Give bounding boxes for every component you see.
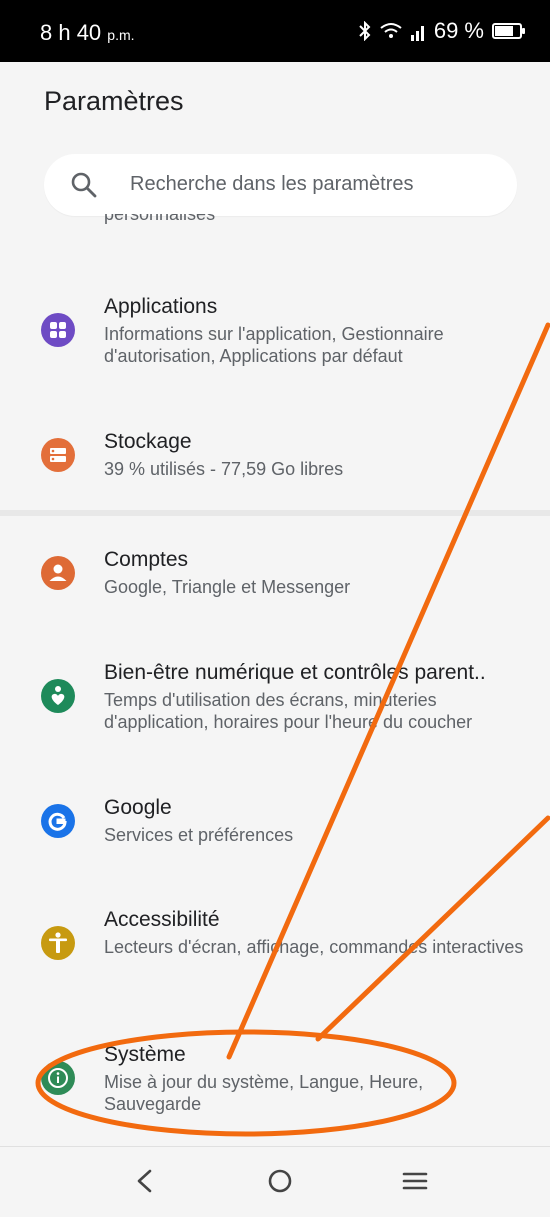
item-subtitle: Lecteurs d'écran, affichage, commandes i… bbox=[104, 937, 524, 957]
item-title: Accessibilité bbox=[104, 908, 220, 931]
item-title: Google bbox=[104, 796, 172, 819]
search-icon bbox=[71, 172, 97, 198]
google-icon bbox=[41, 804, 75, 838]
partial-item-label: personnalisés bbox=[104, 214, 216, 224]
status-time: 8 h 40 p.m. bbox=[40, 20, 135, 46]
item-subtitle: Mise à jour du système, Langue, Heure, S… bbox=[104, 1072, 424, 1114]
item-title: Stockage bbox=[104, 430, 192, 453]
bluetooth-icon bbox=[359, 21, 371, 41]
settings-item-google[interactable]: Google Services et préférences bbox=[0, 796, 550, 856]
home-icon[interactable] bbox=[264, 1161, 296, 1201]
item-title: Système bbox=[104, 1043, 186, 1066]
item-title: Comptes bbox=[104, 548, 189, 571]
page-title: Paramètres bbox=[44, 86, 184, 116]
item-subtitle: Services et préférences bbox=[104, 825, 294, 845]
item-subtitle: Google, Triangle et Messenger bbox=[104, 577, 351, 597]
item-subtitle: Informations sur l'application, Gestionn… bbox=[104, 324, 444, 366]
status-time-value: 8 h 40 bbox=[40, 20, 102, 45]
settings-item-accessibility[interactable]: Accessibilité Lecteurs d'écran, affichag… bbox=[0, 908, 550, 988]
apps-icon bbox=[41, 313, 75, 347]
signal-icon bbox=[410, 26, 424, 41]
settings-item-system[interactable]: Système Mise à jour du système, Langue, … bbox=[0, 1043, 550, 1123]
settings-item-accounts[interactable]: Comptes Google, Triangle et Messenger bbox=[0, 548, 550, 608]
info-icon bbox=[41, 1061, 75, 1095]
navigation-bar bbox=[0, 1146, 550, 1217]
status-icons: 69 % bbox=[358, 18, 525, 44]
settings-item-applications[interactable]: Applications Informations sur l'applicat… bbox=[0, 295, 550, 375]
back-icon[interactable] bbox=[130, 1161, 158, 1201]
settings-item-storage[interactable]: Stockage 39 % utilisés - 77,59 Go libres bbox=[0, 430, 550, 490]
battery-icon bbox=[492, 23, 525, 39]
item-subtitle: 39 % utilisés - 77,59 Go libres bbox=[104, 459, 344, 479]
battery-percent: 69 % bbox=[433, 18, 484, 43]
search-bar[interactable]: Recherche dans les paramètres bbox=[44, 154, 517, 216]
battery-fill bbox=[495, 26, 513, 36]
item-subtitle: Temps d'utilisation des écrans, minuteri… bbox=[104, 690, 473, 732]
search-placeholder: Recherche dans les paramètres bbox=[130, 173, 414, 195]
accessibility-icon bbox=[41, 926, 75, 960]
wellbeing-icon bbox=[41, 679, 75, 713]
settings-item-digital-wellbeing[interactable]: Bien-être numérique et contrôles parent.… bbox=[0, 661, 550, 741]
account-icon bbox=[41, 556, 75, 590]
status-bar: 8 h 40 p.m. 69 % bbox=[0, 0, 550, 62]
storage-icon bbox=[41, 438, 75, 472]
menu-icon[interactable] bbox=[400, 1161, 432, 1201]
section-divider bbox=[0, 510, 550, 516]
item-title: Applications bbox=[104, 295, 218, 318]
status-time-suffix: p.m. bbox=[107, 27, 135, 43]
wifi-icon bbox=[380, 23, 402, 38]
partial-item-text: personnalisés bbox=[104, 214, 404, 232]
item-title: Bien-être numérique et contrôles parent.… bbox=[104, 661, 486, 684]
